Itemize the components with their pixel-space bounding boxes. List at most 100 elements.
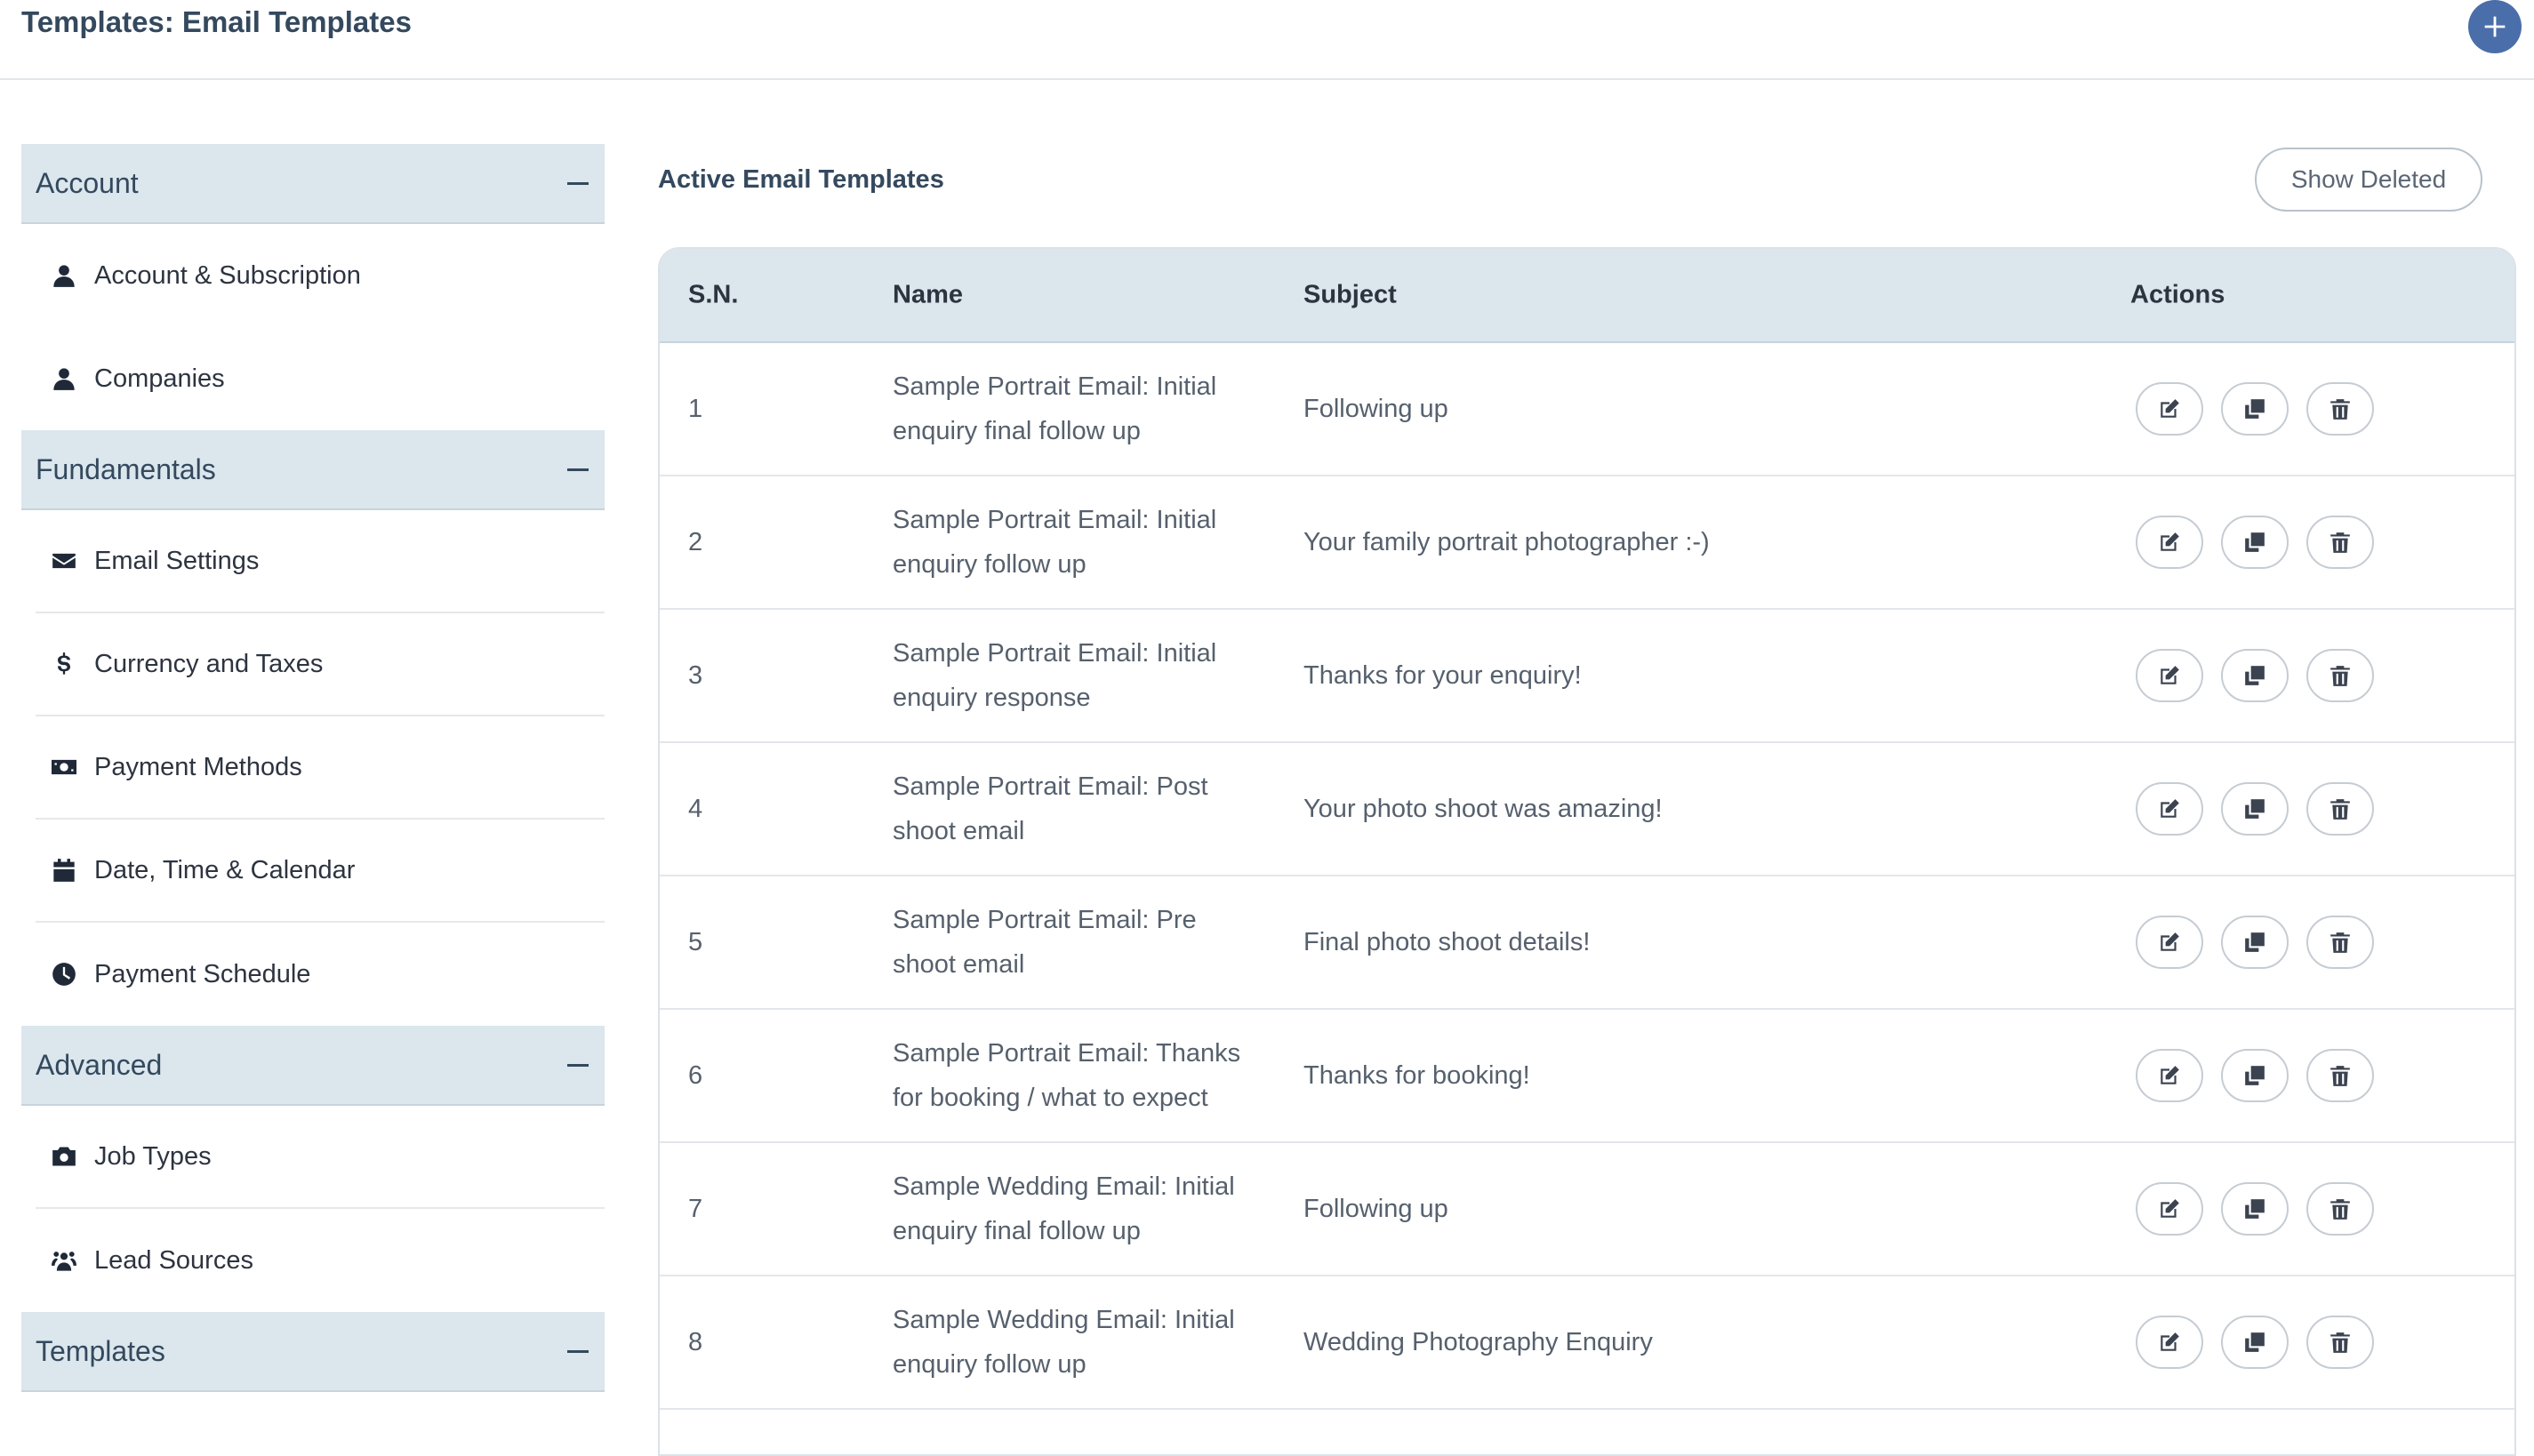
duplicate-button[interactable]: [2221, 382, 2289, 436]
sidebar-item-date-time-calendar[interactable]: Date, Time & Calendar: [36, 820, 605, 923]
sidebar-item-label: Account & Subscription: [94, 260, 361, 290]
sidebar-item-label: Payment Methods: [94, 752, 302, 781]
cell-name: Sample Portrait Email: Pre shoot email: [893, 906, 1197, 979]
edit-button[interactable]: [2136, 782, 2203, 836]
copy-icon: [2243, 931, 2266, 954]
table-row[interactable]: 5 Sample Portrait Email: Pre shoot email F…: [660, 876, 2514, 1010]
show-deleted-button[interactable]: Show Deleted: [2255, 148, 2482, 212]
table-row[interactable]: 1 Sample Portrait Email: Initial enquiry …: [660, 343, 2514, 476]
table-row[interactable]: 7 Sample Wedding Email: Initial enquiry f…: [660, 1143, 2514, 1276]
section-title: Templates: [36, 1334, 165, 1367]
cell-sn: 7: [688, 1195, 703, 1223]
sidebar-item-label: Lead Sources: [94, 1245, 253, 1275]
sidebar-item-label: Payment Schedule: [94, 959, 311, 988]
cell-name: Sample Portrait Email: Initial enquiry f…: [893, 506, 1217, 579]
edit-icon: [2158, 397, 2181, 420]
delete-button[interactable]: [2306, 1316, 2374, 1369]
column-header-name: Name: [893, 280, 963, 309]
edit-button[interactable]: [2136, 649, 2203, 702]
sidebar-section-advanced[interactable]: Advanced: [21, 1026, 605, 1106]
sidebar-item-job-types[interactable]: Job Types: [36, 1106, 605, 1209]
delete-button[interactable]: [2306, 382, 2374, 436]
sidebar-item-account-subscription[interactable]: Account & Subscription: [36, 224, 605, 327]
delete-button[interactable]: [2306, 782, 2374, 836]
sidebar-item-payment-methods[interactable]: Payment Methods: [36, 716, 605, 820]
cell-subject: Your photo shoot was amazing!: [1303, 795, 1663, 823]
row-actions: [2136, 782, 2374, 836]
trash-icon: [2329, 931, 2352, 954]
sidebar-item-label: Currency and Taxes: [94, 649, 324, 678]
table-row[interactable]: 8 Sample Wedding Email: Initial enquiry f…: [660, 1276, 2514, 1410]
plus-icon: [2484, 16, 2506, 37]
edit-button[interactable]: [2136, 1316, 2203, 1369]
sidebar-section-templates[interactable]: Templates: [21, 1312, 605, 1392]
edit-icon: [2158, 531, 2181, 554]
sidebar-item-currency-taxes[interactable]: Currency and Taxes: [36, 613, 605, 716]
user-icon: [50, 364, 78, 393]
cell-name: Sample Wedding Email: Initial enquiry fi…: [893, 1172, 1235, 1245]
duplicate-button[interactable]: [2221, 516, 2289, 569]
collapse-icon[interactable]: [567, 1063, 589, 1067]
copy-icon: [2243, 797, 2266, 820]
cell-subject: Thanks for booking!: [1303, 1061, 1530, 1090]
delete-button[interactable]: [2306, 1049, 2374, 1102]
collapse-icon[interactable]: [567, 181, 589, 185]
trash-icon: [2329, 664, 2352, 687]
trash-icon: [2329, 531, 2352, 554]
duplicate-button[interactable]: [2221, 1049, 2289, 1102]
sidebar-section-account[interactable]: Account: [21, 144, 605, 224]
section-heading: Active Email Templates: [658, 165, 944, 194]
edit-button[interactable]: [2136, 1182, 2203, 1236]
cell-name: Sample Portrait Email: Post shoot email: [893, 772, 1208, 845]
sidebar-section-fundamentals[interactable]: Fundamentals: [21, 430, 605, 510]
delete-button[interactable]: [2306, 916, 2374, 969]
edit-button[interactable]: [2136, 916, 2203, 969]
sidebar-item-label: Date, Time & Calendar: [94, 855, 356, 884]
clock-icon: [50, 960, 78, 988]
camera-icon: [50, 1142, 78, 1171]
dollar-icon: [50, 650, 78, 678]
duplicate-button[interactable]: [2221, 1182, 2289, 1236]
copy-icon: [2243, 1197, 2266, 1220]
table-row[interactable]: 4 Sample Portrait Email: Post shoot email…: [660, 743, 2514, 876]
cell-sn: 8: [688, 1328, 703, 1356]
people-icon: [50, 1246, 78, 1275]
table-row[interactable]: 3 Sample Portrait Email: Initial enquiry …: [660, 610, 2514, 743]
row-actions: [2136, 1316, 2374, 1369]
delete-button[interactable]: [2306, 516, 2374, 569]
table-row[interactable]: 2 Sample Portrait Email: Initial enquiry …: [660, 476, 2514, 610]
duplicate-button[interactable]: [2221, 649, 2289, 702]
delete-button[interactable]: [2306, 1182, 2374, 1236]
add-template-button[interactable]: [2468, 0, 2522, 53]
cell-name: Sample Portrait Email: Initial enquiry f…: [893, 372, 1217, 445]
duplicate-button[interactable]: [2221, 916, 2289, 969]
edit-icon: [2158, 1331, 2181, 1354]
row-actions: [2136, 1182, 2374, 1236]
delete-button[interactable]: [2306, 649, 2374, 702]
row-actions: [2136, 649, 2374, 702]
sidebar-item-label: Job Types: [94, 1141, 212, 1171]
duplicate-button[interactable]: [2221, 1316, 2289, 1369]
edit-icon: [2158, 931, 2181, 954]
collapse-icon[interactable]: [567, 1349, 589, 1353]
settings-sidebar: Account Account & Subscription Companies…: [21, 144, 605, 1392]
cell-sn: 5: [688, 928, 703, 956]
cell-subject: Your family portrait photographer :-): [1303, 528, 1710, 556]
envelope-icon: [50, 547, 78, 575]
table-row[interactable]: 6 Sample Portrait Email: Thanks for booki…: [660, 1010, 2514, 1143]
duplicate-button[interactable]: [2221, 782, 2289, 836]
edit-icon: [2158, 797, 2181, 820]
sidebar-item-lead-sources[interactable]: Lead Sources: [36, 1209, 605, 1312]
cell-sn: 1: [688, 395, 703, 423]
cell-subject: Thanks for your enquiry!: [1303, 661, 1582, 690]
edit-button[interactable]: [2136, 1049, 2203, 1102]
collapse-icon[interactable]: [567, 468, 589, 471]
edit-button[interactable]: [2136, 382, 2203, 436]
trash-icon: [2329, 1331, 2352, 1354]
edit-icon: [2158, 1197, 2181, 1220]
sidebar-item-payment-schedule[interactable]: Payment Schedule: [36, 923, 605, 1026]
sidebar-item-email-settings[interactable]: Email Settings: [36, 510, 605, 613]
cell-subject: Final photo shoot details!: [1303, 928, 1591, 956]
sidebar-item-companies[interactable]: Companies: [36, 327, 605, 430]
edit-button[interactable]: [2136, 516, 2203, 569]
